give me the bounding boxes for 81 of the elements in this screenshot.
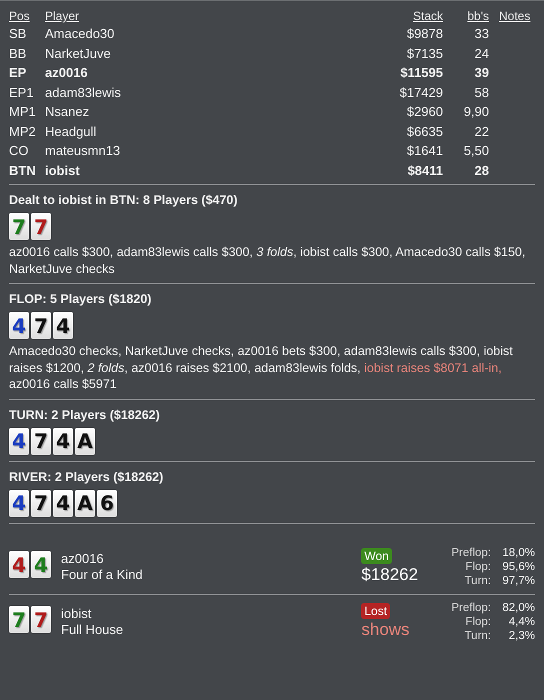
equity-value: 95,6% xyxy=(501,560,535,574)
playing-card: 4 xyxy=(9,490,29,516)
player-cell-text: Headgull xyxy=(45,122,98,141)
playing-card: 7 xyxy=(31,312,51,339)
playing-card: 4 xyxy=(53,490,73,516)
equity-value: 82,0% xyxy=(501,600,535,614)
player-cell-text: iobist xyxy=(45,162,81,180)
equity-label: Flop: xyxy=(464,614,491,628)
stack-cell-text: $1641 xyxy=(406,142,443,160)
equity-value: 2,3% xyxy=(508,628,535,642)
stack-cell-text: $17429 xyxy=(398,84,443,102)
position-cell-text: EP xyxy=(9,64,28,82)
equity-label: Turn: xyxy=(464,628,491,642)
playing-card: 4 xyxy=(9,551,29,578)
action-text: Amacedo30 checks, NarketJuve checks, az0016 bets $300, adam83lewis calls $300, iobist raises $1200, 2 folds, az0016 raises $2100, adam83lewis folds, iobist raises $8071 all-in, az0016 calls $5971 xyxy=(9,343,514,392)
action-text: az0016 calls $300, adam83lewis calls $300, 3 folds, iobist calls $300, Amacedo30 calls $150, NarketJuve checks xyxy=(9,244,526,277)
playing-card: 7 xyxy=(9,606,29,633)
playing-card: 6 xyxy=(97,490,117,516)
playing-card: 4 xyxy=(31,551,51,578)
result-amount: $18262 xyxy=(361,564,418,586)
equity-value: 97,7% xyxy=(501,574,535,588)
playing-card: 7 xyxy=(31,490,51,516)
playing-card: 7 xyxy=(31,213,51,240)
playing-card: 7 xyxy=(31,606,51,633)
stack-cell-text: $7135 xyxy=(406,44,443,62)
bb-cell-text: 24 xyxy=(474,44,489,62)
position-cell-text: EP1 xyxy=(9,84,35,102)
stack-cell-text: $8411 xyxy=(406,162,443,180)
equity-value: 4,4% xyxy=(508,614,535,628)
bb-cell-text: 5,50 xyxy=(462,142,489,160)
position-cell-text: SB xyxy=(9,25,28,43)
playing-card: A xyxy=(75,490,95,516)
bb-cell-text: 22 xyxy=(474,122,489,140)
bb-cell-text: 39 xyxy=(474,64,489,82)
bb-cell-text: 33 xyxy=(474,25,489,43)
position-cell-text: MP1 xyxy=(9,103,37,121)
player-cell-text: az0016 xyxy=(45,64,89,82)
player-cell-text: Amacedo30 xyxy=(45,25,116,43)
playing-card: 7 xyxy=(9,213,29,240)
playing-card: 4 xyxy=(9,428,29,454)
equity-label: Preflop: xyxy=(451,546,491,560)
playing-card: 4 xyxy=(9,312,29,339)
player-cell-text: mateusmn13 xyxy=(45,142,122,160)
playing-card: 4 xyxy=(53,312,73,339)
position-cell-text: CO xyxy=(9,142,30,160)
bb-cell-text: 9,90 xyxy=(462,103,489,121)
stack-cell-text: $2960 xyxy=(406,103,443,121)
column-header[interactable]: Notes xyxy=(489,5,535,24)
bb-cell-text: 58 xyxy=(474,84,489,102)
stack-cell-text: $9878 xyxy=(406,25,443,43)
street-title: Dealt to iobist in BTN: 8 Players ($470) xyxy=(9,193,239,207)
street-title: FLOP: 5 Players ($1820) xyxy=(9,292,152,306)
result-badge: Won xyxy=(361,548,392,564)
equity-value: 18,0% xyxy=(501,546,535,560)
hand-rank: Full House xyxy=(61,622,124,638)
position-cell-text: BTN xyxy=(9,162,37,180)
position-cell-text: MP2 xyxy=(9,122,37,140)
playing-card: 7 xyxy=(31,428,51,454)
hand-rank: Four of a Kind xyxy=(61,566,144,582)
result-amount: shows xyxy=(361,618,410,640)
equity-label: Flop: xyxy=(464,560,491,574)
player-cell-text: NarketJuve xyxy=(45,44,112,62)
equity-label: Preflop: xyxy=(451,600,491,614)
player-name: az0016 xyxy=(61,550,105,566)
bb-cell-text: 28 xyxy=(474,162,489,180)
stack-cell-text: $11595 xyxy=(399,64,443,82)
column-header[interactable]: Pos xyxy=(9,5,45,24)
street-title: TURN: 2 Players ($18262) xyxy=(9,408,161,422)
street-title: RIVER: 2 Players ($18262) xyxy=(9,470,164,484)
column-header[interactable]: Player xyxy=(45,5,353,24)
player-cell-text: adam83lewis xyxy=(45,84,122,102)
stack-cell-text: $6635 xyxy=(406,122,443,140)
column-header[interactable]: Stack xyxy=(353,5,443,24)
player-cell-text: Nsanez xyxy=(45,103,90,121)
column-header[interactable]: bb's xyxy=(443,5,489,24)
equity-label: Turn: xyxy=(464,574,491,588)
result-badge: Lost xyxy=(361,602,390,618)
playing-card: A xyxy=(75,428,95,454)
position-cell-text: BB xyxy=(9,44,28,62)
playing-card: 4 xyxy=(53,428,73,454)
player-name: iobist xyxy=(61,606,92,622)
